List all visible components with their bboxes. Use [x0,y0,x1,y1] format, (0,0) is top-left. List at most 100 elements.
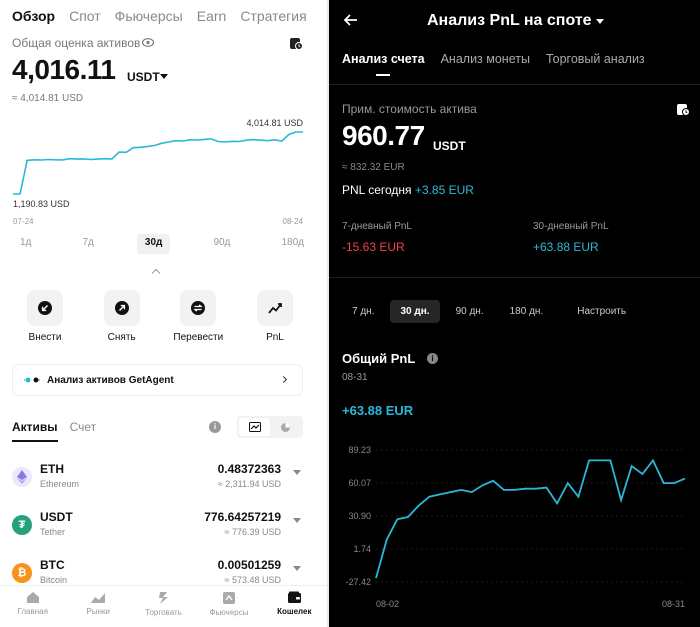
nav-trade[interactable]: Торговать [131,586,196,627]
expand-caret-icon[interactable] [293,566,301,571]
range-30d[interactable]: 30д [136,234,171,254]
transfer-icon [191,301,206,315]
nav-wallet[interactable]: Кошелек [262,586,327,627]
total-pnl-label: Общий PnL [342,351,416,366]
transfer-label: Перевести [173,332,224,343]
pnl-30d-label: 30-дневный PnL [533,221,609,232]
pnl-chart-start-date: 08-02 [376,599,399,609]
nav-home[interactable]: Главная [0,586,65,627]
deposit-button[interactable]: Внести [10,290,80,343]
pnl-button[interactable]: PnL [240,290,310,343]
tab-assets[interactable]: Активы [12,420,58,442]
period-90d[interactable]: 90 дн. [446,300,494,323]
approx-value: ≈ 4,014.81 USD [12,93,84,104]
nav-markets[interactable]: Рынки [65,586,130,627]
period-30d[interactable]: 30 дн. [390,300,440,323]
pnl-chart-gridlines [376,449,685,583]
info-icon[interactable]: i [209,421,221,433]
asset-name: Ethereum [40,479,80,489]
withdraw-icon [114,301,129,315]
tab-overview[interactable]: Обзор [12,8,55,30]
chart-max-label: 4,014.81 USD [246,118,303,128]
period-tabs: 7 дн. 30 дн. 90 дн. 180 дн. Настроить [342,300,636,323]
deposit-icon [38,301,52,315]
asset-usd-value: ≈ 2,311.94 USD [217,479,281,489]
tab-spot[interactable]: Спот [69,8,101,30]
info-icon[interactable]: i [427,353,438,364]
top-tabs: Обзор Спот Фьючерсы Earn Стратегия [12,8,321,30]
nav-label: Главная [17,607,48,616]
chart-end-date: 08-24 [283,217,304,226]
pie-chart-icon [281,422,290,432]
pnl-label: PnL [266,332,284,343]
withdraw-label: Снять [107,332,136,343]
tab-earn[interactable]: Earn [197,8,227,30]
period-180d[interactable]: 180 дн. [500,300,554,323]
asset-amount: 776.64257219 [204,510,281,524]
asset-usd-value: ≈ 573.48 USD [224,575,281,585]
pnl-chart-line [375,458,686,579]
eye-icon[interactable] [142,38,154,47]
btc-icon: ₿ [12,563,32,583]
asset-amount: 0.48372363 [217,462,281,476]
eth-icon [12,467,32,487]
tab-futures[interactable]: Фьючерсы [115,8,183,30]
pnl-chart-end-date: 08-31 [662,599,685,609]
tab-coin-analysis[interactable]: Анализ монеты [441,52,530,74]
pnl-chart: 89.23 60.07 30.90 1.74 -27.42 08-02 08-31 [345,445,686,609]
tab-trade-analysis[interactable]: Торговый анализ [546,52,645,74]
expand-caret-icon[interactable] [293,470,301,475]
pnl-date: 08-31 [342,372,368,383]
history-icon[interactable] [676,102,690,116]
tab-strategy[interactable]: Стратегия [240,8,306,30]
pie-view-toggle[interactable] [270,418,301,436]
range-7d[interactable]: 7д [74,234,101,254]
range-90d[interactable]: 90д [205,234,238,254]
chevron-right-icon [279,375,288,384]
pnl-30d-value: +63.88 EUR [533,240,599,254]
history-icon[interactable] [289,36,303,50]
pnl-today: PNL сегодня +3.85 EUR [342,183,474,197]
page-title[interactable]: Анализ PnL на споте [427,12,592,30]
usdt-icon: ₮ [12,515,32,535]
futures-icon [222,592,235,604]
tab-account[interactable]: Счет [70,420,97,442]
y-tick-label: 60.07 [348,478,371,488]
asset-usd-value: ≈ 776.39 USD [224,527,281,537]
nav-label: Торговать [145,608,182,617]
chart-view-toggle[interactable] [239,418,270,436]
asset-row-usdt[interactable]: ₮ USDT Tether 776.64257219 ≈ 776.39 USD [12,510,303,550]
tab-account-analysis[interactable]: Анализ счета [342,52,425,74]
back-arrow-icon[interactable] [343,12,359,28]
range-tabs: 1д 7д 30д 90д 180д [12,234,312,254]
asset-tabs: Активы Счет [12,420,96,442]
range-1d[interactable]: 1д [12,234,39,254]
range-180d[interactable]: 180д [273,234,312,254]
asset-symbol: ETH [40,462,64,476]
withdraw-button[interactable]: Снять [87,290,157,343]
pnl-today-label: PNL сегодня [342,183,412,197]
asset-name: Tether [40,527,66,537]
pnl-chart-y-ticks: 89.23 60.07 30.90 1.74 -27.42 [345,445,371,587]
header-divider [329,84,700,85]
asset-value: 960.77 [342,120,425,151]
period-7d[interactable]: 7 дн. [342,300,384,323]
expand-caret-icon[interactable] [293,518,301,523]
bottom-nav: Главная Рынки Торговать Фьючерсы Кошелек [0,585,327,627]
y-tick-label: 30.90 [348,511,371,521]
total-asset-unit[interactable]: USDT [127,70,160,84]
transfer-button[interactable]: Перевести [163,290,233,343]
section-divider [329,277,700,278]
title-dropdown-icon[interactable] [596,19,604,24]
unit-dropdown-icon[interactable] [160,74,168,79]
nav-futures[interactable]: Фьючерсы [196,586,261,627]
quick-actions: Внести Снять Перевести PnL [10,290,310,343]
asset-row-eth[interactable]: ETH Ethereum 0.48372363 ≈ 2,311.94 USD [12,462,303,502]
getagent-banner[interactable]: Анализ активов GetAgent [12,364,303,396]
period-custom[interactable]: Настроить [567,300,636,323]
chevron-up-icon[interactable] [151,268,161,278]
wallet-overview-panel: Обзор Спот Фьючерсы Earn Стратегия Общая… [0,0,327,627]
y-tick-label: 1.74 [353,544,371,554]
est-value-label: Прим. стоимость актива [342,102,477,116]
asset-symbol: USDT [40,510,73,524]
